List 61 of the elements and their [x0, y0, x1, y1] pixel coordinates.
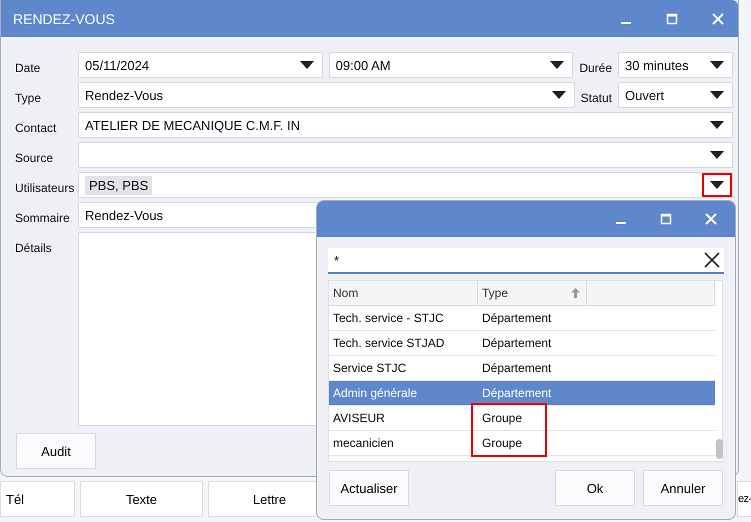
- table-row[interactable]: Tech. service STJAD Département: [329, 331, 715, 356]
- maximize-icon[interactable]: [660, 213, 672, 225]
- table-cell-text: Groupe: [481, 436, 524, 450]
- field-label: Utilisateurs: [15, 180, 72, 195]
- caret-icon: [300, 61, 314, 69]
- table-cell-text: mecanicien: [332, 436, 395, 450]
- caret-icon: [710, 91, 724, 99]
- caret-icon: [710, 151, 724, 159]
- table-cell-text: Tech. service - STJC: [332, 311, 445, 325]
- action-button[interactable]: ez-: [737, 481, 751, 517]
- clear-icon[interactable]: [704, 252, 720, 268]
- field-label: Date: [15, 60, 42, 75]
- dropdown-field[interactable]: [78, 142, 733, 168]
- table-cell-text: Admin générale: [332, 386, 418, 400]
- maximize-icon[interactable]: [666, 12, 678, 24]
- action-button[interactable]: Tél: [0, 481, 75, 517]
- field-label: Contact: [15, 120, 58, 135]
- caret-icon: [552, 91, 566, 99]
- table-row[interactable]: AVISEUR Groupe: [329, 406, 715, 431]
- table-cell-text: Service STJC: [332, 361, 408, 375]
- dialog-button[interactable]: Actualiser: [329, 470, 409, 506]
- table-cell-text: AVISEUR: [332, 411, 386, 425]
- search-field[interactable]: *: [328, 248, 724, 274]
- dropdown-field[interactable]: Ouvert: [618, 82, 733, 108]
- field-label: Statut: [580, 90, 612, 105]
- table-cell-text: Département: [481, 386, 552, 400]
- field-label: Sommaire: [15, 210, 71, 225]
- close-icon[interactable]: [705, 213, 717, 225]
- column-header[interactable]: Type: [478, 281, 587, 305]
- table-row[interactable]: mecanicien Groupe: [329, 431, 715, 456]
- column-header[interactable]: Nom: [329, 281, 478, 305]
- field-label: Durée: [579, 60, 612, 75]
- caret-icon: [710, 181, 724, 189]
- dialog-button[interactable]: Annuler: [643, 470, 723, 506]
- action-button[interactable]: Texte: [80, 481, 203, 517]
- window-title: RENDEZ-VOUS: [13, 10, 116, 26]
- table-cell-text: Département: [481, 336, 552, 350]
- dropdown-field[interactable]: PBS, PBS: [78, 172, 733, 198]
- table-cell-text: Tech. service STJAD: [332, 336, 446, 350]
- highlighted-dropdown-button[interactable]: [702, 173, 732, 197]
- caret-icon: [710, 121, 724, 129]
- table-cell-text: Groupe: [481, 411, 524, 425]
- field-label: Détails: [15, 240, 53, 255]
- dropdown-field[interactable]: Rendez-Vous: [78, 82, 575, 108]
- table-cell-text: Département: [481, 361, 552, 375]
- dropdown-field[interactable]: 30 minutes: [618, 52, 733, 78]
- dialog-button[interactable]: Ok: [555, 470, 635, 506]
- dropdown-field[interactable]: 05/11/2024: [78, 52, 323, 78]
- user-chip: PBS, PBS: [85, 176, 152, 194]
- field-label: Source: [15, 150, 54, 165]
- table-row[interactable]: Admin générale Département: [329, 381, 715, 406]
- caret-icon: [710, 61, 724, 69]
- dropdown-field[interactable]: 09:00 AM: [328, 52, 574, 78]
- close-icon[interactable]: [712, 12, 724, 24]
- table-cell-text: Département: [481, 311, 552, 325]
- scroll-thumb[interactable]: [716, 439, 723, 459]
- table-row[interactable]: Tech. service - STJC Département: [329, 306, 715, 331]
- audit-button[interactable]: Audit: [16, 433, 96, 469]
- field-label: Type: [15, 90, 42, 105]
- dropdown-field[interactable]: ATELIER DE MECANIQUE C.M.F. IN: [78, 112, 733, 138]
- caret-icon: [550, 61, 564, 69]
